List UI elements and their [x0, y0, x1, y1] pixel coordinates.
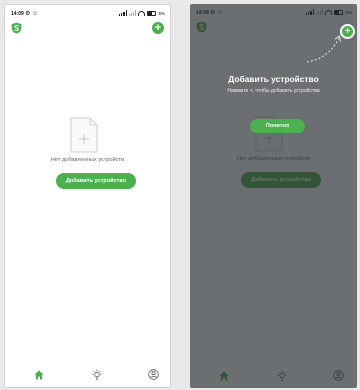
onboarding-subtitle: Нажмите +, чтобы добавить устройства [227, 88, 320, 94]
status-bar: 14:09 ⚙ ☺ 5% [5, 5, 170, 19]
add-device-button[interactable]: Добавить устройство [56, 173, 136, 189]
battery-percent: 5% [158, 10, 165, 16]
shield-logo-icon[interactable] [11, 22, 22, 34]
signal-secondary-icon [128, 10, 137, 16]
profile-icon[interactable] [148, 369, 159, 380]
bottom-nav [5, 367, 170, 387]
onboarding-overlay[interactable]: Добавить устройство Нажмите +, чтобы доб… [190, 4, 357, 388]
empty-state-text: Нет добавленных устройств [50, 157, 125, 163]
status-time: 14:09 [11, 11, 24, 17]
add-device-plus-button[interactable]: + [152, 22, 164, 34]
plus-circle-icon: + [342, 26, 353, 37]
lightbulb-icon[interactable] [91, 369, 103, 381]
status-notification-icons: ⚙ ☺ [25, 11, 39, 17]
wifi-icon [138, 10, 146, 16]
onboarding-title: Добавить устройство [228, 74, 319, 84]
signal-icon [118, 10, 127, 16]
highlighted-add-button[interactable]: + [340, 24, 355, 39]
phone-screen-onboarding: 14:09 ⚙ ☺ 5% Нет добавленных устройств Д… [190, 4, 357, 388]
phone-screen-main: 14:09 ⚙ ☺ 5% + Нет добавленных устройств… [4, 4, 171, 388]
hint-arrow-icon [306, 35, 341, 63]
battery-icon [147, 10, 157, 16]
file-plus-icon [70, 117, 98, 153]
home-icon[interactable] [34, 370, 44, 380]
got-it-button[interactable]: Понятно [250, 119, 305, 133]
status-right: 5% [118, 10, 165, 16]
